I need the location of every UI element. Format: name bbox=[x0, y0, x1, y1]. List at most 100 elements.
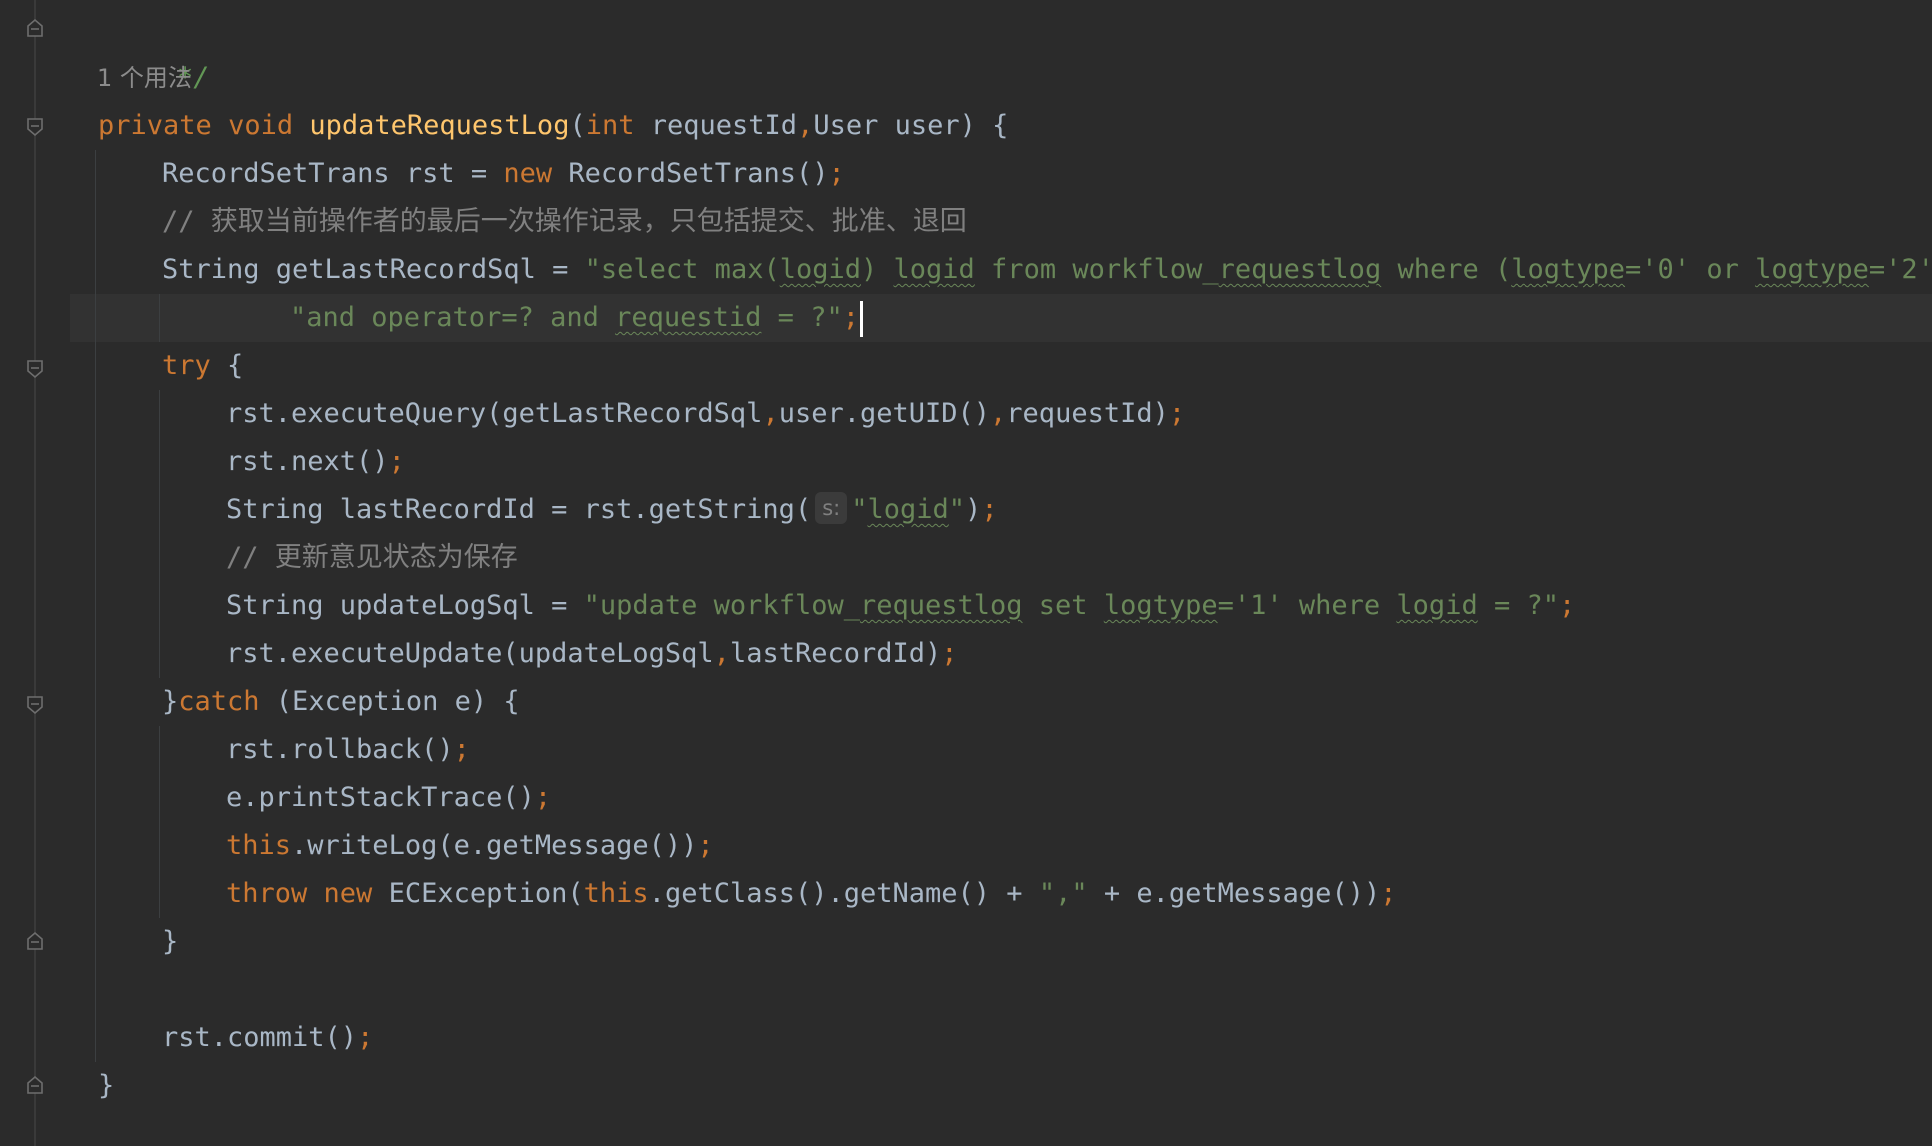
semicolon: ; bbox=[1168, 398, 1186, 429]
keyword-private: private bbox=[98, 110, 212, 141]
print-stack-trace-call: e.printStackTrace() bbox=[226, 782, 535, 813]
execute-query-call: rst.executeQuery(getLastRecordSql bbox=[226, 398, 763, 429]
semicolon: ; bbox=[842, 302, 859, 333]
keyword-new: new bbox=[323, 878, 373, 909]
rst-next-call: rst.next() bbox=[226, 446, 389, 477]
typo-logid: logid bbox=[1396, 590, 1478, 621]
typo-requestid: requestid bbox=[615, 302, 762, 333]
param-request-id: requestId bbox=[634, 110, 798, 141]
code-line[interactable]: }catch (Exception e) { bbox=[162, 678, 520, 726]
fold-end-icon[interactable] bbox=[25, 931, 45, 951]
indent-guide bbox=[159, 390, 160, 678]
code-line[interactable]: rst.executeUpdate(updateLogSql,lastRecor… bbox=[226, 630, 958, 678]
code-line-current[interactable]: "and operator=? and requestid = ?"; bbox=[290, 294, 863, 342]
indent-guide bbox=[159, 294, 160, 342]
usage-hint[interactable]: 1 个用法 bbox=[97, 54, 192, 102]
comma: , bbox=[797, 110, 814, 141]
semicolon: ; bbox=[981, 494, 998, 525]
keyword-this: this bbox=[226, 830, 292, 861]
code-line[interactable]: e.printStackTrace(); bbox=[226, 774, 551, 822]
code-line[interactable]: String lastRecordId = rst.getString(s: "l… bbox=[226, 486, 998, 534]
comma: , bbox=[990, 398, 1007, 429]
semicolon: ; bbox=[453, 734, 470, 765]
catch-clause: (Exception e) { bbox=[259, 686, 520, 717]
paren-close: ) bbox=[965, 494, 982, 525]
write-log-call: .writeLog(e.getMessage()) bbox=[291, 830, 698, 861]
sql-part: ='0' or bbox=[1625, 254, 1756, 285]
get-class-name-call: .getClass().getName() + bbox=[648, 878, 1039, 909]
semicolon: ; bbox=[828, 158, 845, 189]
code-line[interactable]: rst.next(); bbox=[226, 438, 405, 486]
sql-part: "update workflow_ bbox=[583, 590, 860, 621]
sql-part: where ( bbox=[1381, 254, 1512, 285]
code-line[interactable]: String getLastRecordSql = "select max(lo… bbox=[162, 246, 1932, 294]
keyword-int: int bbox=[585, 110, 635, 141]
ec-exception-constructor: ECException( bbox=[372, 878, 584, 909]
code-comment[interactable]: // 更新意见状态为保存 bbox=[226, 534, 518, 582]
semicolon: ; bbox=[1558, 590, 1576, 621]
code-line[interactable]: String updateLogSql = "update workflow_r… bbox=[226, 582, 1575, 630]
typo-logtype: logtype bbox=[1103, 590, 1218, 621]
sql-part: "and operator=? and bbox=[290, 302, 616, 333]
semicolon: ; bbox=[697, 830, 714, 861]
rollback-call: rst.rollback() bbox=[226, 734, 454, 765]
get-uid-call: user.getUID() bbox=[778, 398, 991, 429]
quote: " bbox=[948, 494, 966, 525]
execute-update-call: rst.executeUpdate(updateLogSql bbox=[226, 638, 714, 669]
code-line[interactable]: rst.rollback(); bbox=[226, 726, 470, 774]
code-comment[interactable]: // 获取当前操作者的最后一次操作记录，只包括提交、批准、退回 bbox=[162, 198, 967, 246]
typo-logtype: logtype bbox=[1755, 254, 1869, 285]
param-user: User user) { bbox=[813, 110, 1009, 141]
fold-start-icon[interactable] bbox=[25, 695, 45, 715]
keyword-new: new bbox=[503, 158, 553, 189]
code-line[interactable]: private void updateRequestLog(int reques… bbox=[98, 102, 1008, 150]
code-line[interactable]: rst.executeQuery(getLastRecordSql,user.g… bbox=[226, 390, 1185, 438]
keyword-catch: catch bbox=[178, 686, 260, 717]
code-line[interactable]: RecordSetTrans rst = new RecordSetTrans(… bbox=[162, 150, 845, 198]
parameter-hint: s: bbox=[815, 492, 848, 524]
string-declaration: String getLastRecordSql = bbox=[162, 254, 585, 285]
sql-string-continued: "and operator=? and requestid = ?" bbox=[290, 302, 843, 333]
typo-logid: logid bbox=[893, 254, 975, 285]
logid-string: "logid" bbox=[851, 494, 965, 525]
sql-part: = ?" bbox=[1477, 590, 1559, 621]
typo-requestlog: requestlog bbox=[859, 590, 1023, 621]
sql-part: ) bbox=[861, 254, 894, 285]
code-line[interactable]: this.writeLog(e.getMessage()); bbox=[226, 822, 714, 870]
sql-string: "select max(logid) logid from workflow_r… bbox=[585, 254, 1932, 285]
fold-start-icon[interactable] bbox=[25, 359, 45, 379]
code-line[interactable]: rst.commit(); bbox=[162, 1014, 373, 1062]
fold-end-icon[interactable] bbox=[25, 1075, 45, 1095]
keyword-this: this bbox=[583, 878, 649, 909]
keyword-throw: throw bbox=[226, 878, 308, 909]
typo-requestlog: requestlog bbox=[1218, 254, 1382, 285]
code-line[interactable]: try { bbox=[162, 342, 243, 390]
keyword-void: void bbox=[228, 110, 294, 141]
last-record-declaration: String lastRecordId = rst.getString( bbox=[226, 494, 812, 525]
fold-end-icon[interactable] bbox=[25, 18, 45, 38]
typo-logid: logid bbox=[779, 254, 861, 285]
text-caret bbox=[859, 300, 863, 337]
brace-close: } bbox=[162, 926, 179, 957]
sql-part: = ?" bbox=[761, 302, 843, 333]
code-line[interactable]: */ bbox=[112, 6, 210, 93]
comma: , bbox=[713, 638, 730, 669]
indent-guide bbox=[159, 726, 160, 918]
code-line[interactable]: } bbox=[98, 1062, 114, 1110]
fold-start-icon[interactable] bbox=[25, 117, 45, 137]
semicolon: ; bbox=[357, 1022, 374, 1053]
brace-close: } bbox=[98, 1070, 115, 1101]
semicolon: ; bbox=[1380, 878, 1397, 909]
brace-open: { bbox=[210, 350, 244, 381]
code-line[interactable]: throw new ECException(this.getClass().ge… bbox=[226, 870, 1396, 918]
typo-logid: logid bbox=[867, 494, 949, 525]
request-id-arg: requestId) bbox=[1006, 398, 1169, 429]
method-name: updateRequestLog bbox=[309, 110, 570, 141]
semicolon: ; bbox=[388, 446, 405, 477]
brace-close: } bbox=[162, 686, 179, 717]
keyword-try: try bbox=[162, 350, 211, 381]
code-line[interactable]: } bbox=[162, 918, 178, 966]
semicolon: ; bbox=[534, 782, 552, 813]
code-editor[interactable]: */ 1 个用法 private void updateRequestLog(i… bbox=[0, 0, 1932, 1146]
sql-part: from workflow_ bbox=[974, 254, 1219, 285]
